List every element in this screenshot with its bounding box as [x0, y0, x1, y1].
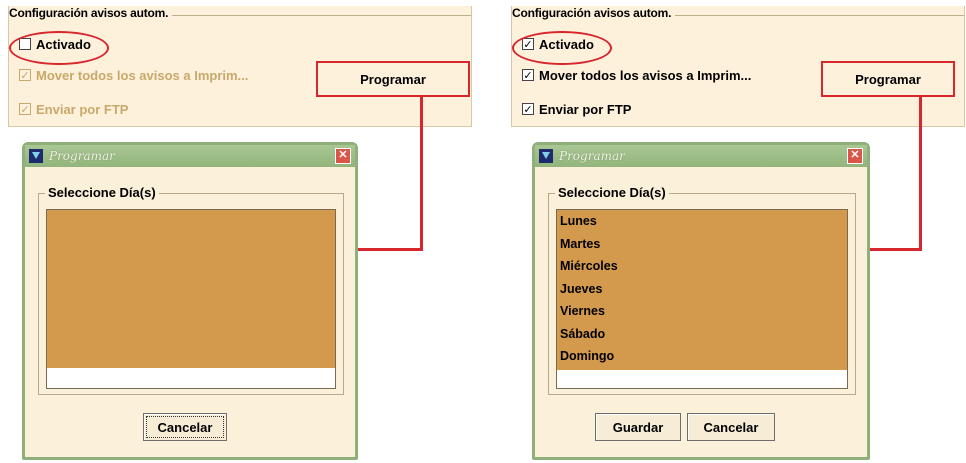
days-group: Seleccione Día(s) Lunes Martes Miércoles… — [548, 185, 856, 395]
list-item[interactable]: Viernes — [557, 300, 847, 323]
callout-line — [358, 248, 423, 251]
highlight-oval — [9, 31, 109, 65]
left-screenshot: Configuración avisos autom. Activado ✓ M… — [0, 0, 483, 463]
checkbox-box[interactable]: ✓ — [522, 103, 534, 115]
list-item[interactable]: Domingo — [557, 345, 847, 368]
list-selection-area — [47, 210, 335, 368]
cancel-button-label: Cancelar — [157, 419, 213, 435]
dialog-titlebar[interactable]: Programar ✕ — [535, 145, 867, 167]
list-item[interactable]: Sábado — [557, 323, 847, 346]
cancel-button[interactable]: Cancelar — [143, 413, 227, 441]
close-icon[interactable]: ✕ — [847, 148, 863, 164]
enviar-ftp-checkbox[interactable]: ✓ Enviar por FTP — [522, 100, 631, 118]
list-item[interactable]: Miércoles — [557, 255, 847, 278]
callout-line — [919, 95, 922, 251]
mover-avisos-label: Mover todos los avisos a Imprim... — [539, 67, 752, 83]
dialog-titlebar[interactable]: Programar ✕ — [25, 145, 355, 167]
highlight-oval — [512, 31, 612, 65]
callout-line — [420, 95, 423, 251]
days-list[interactable]: Lunes Martes Miércoles Jueves Viernes Sá… — [556, 209, 848, 389]
right-screenshot: Configuración avisos autom. ✓ Activado ✓… — [483, 0, 966, 463]
list-item[interactable]: Martes — [557, 233, 847, 256]
list-item[interactable]: Jueves — [557, 278, 847, 301]
programar-button[interactable]: Programar — [318, 63, 468, 95]
days-group: Seleccione Día(s) — [38, 185, 344, 395]
days-list[interactable] — [46, 209, 336, 389]
mover-avisos-checkbox[interactable]: ✓ Mover todos los avisos a Imprim... — [522, 66, 751, 84]
cancel-button[interactable]: Cancelar — [687, 413, 775, 441]
save-button[interactable]: Guardar — [595, 413, 681, 441]
mover-avisos-checkbox[interactable]: ✓ Mover todos los avisos a Imprim... — [19, 66, 248, 84]
callout-line — [870, 248, 922, 251]
cancel-button-label: Cancelar — [703, 419, 759, 435]
group-legend: Configuración avisos autom. — [9, 6, 173, 20]
group-border — [630, 15, 964, 16]
save-button-label: Guardar — [612, 419, 664, 435]
app-icon — [539, 149, 553, 163]
dialog-title: Programar — [559, 149, 625, 163]
programar-button[interactable]: Programar — [823, 63, 953, 95]
dialog-title: Programar — [49, 149, 115, 163]
list-item[interactable]: Lunes — [557, 210, 847, 233]
mover-avisos-label: Mover todos los avisos a Imprim... — [36, 67, 249, 83]
checkbox-box[interactable]: ✓ — [19, 103, 31, 115]
days-group-legend: Seleccione Día(s) — [555, 185, 669, 200]
group-legend: Configuración avisos autom. — [512, 6, 676, 20]
days-group-legend: Seleccione Día(s) — [45, 185, 159, 200]
checkbox-box[interactable]: ✓ — [19, 69, 31, 81]
enviar-ftp-checkbox[interactable]: ✓ Enviar por FTP — [19, 100, 128, 118]
checkbox-box[interactable]: ✓ — [522, 69, 534, 81]
programar-dialog: Programar ✕ Seleccione Día(s) Cancelar — [22, 142, 358, 460]
list-selection-area: Lunes Martes Miércoles Jueves Viernes Sá… — [557, 210, 847, 370]
close-icon[interactable]: ✕ — [335, 148, 351, 164]
enviar-ftp-label: Enviar por FTP — [36, 101, 129, 117]
group-border — [127, 15, 471, 16]
enviar-ftp-label: Enviar por FTP — [539, 101, 632, 117]
programar-dialog: Programar ✕ Seleccione Día(s) Lunes Mart… — [532, 142, 870, 460]
app-icon — [29, 149, 43, 163]
